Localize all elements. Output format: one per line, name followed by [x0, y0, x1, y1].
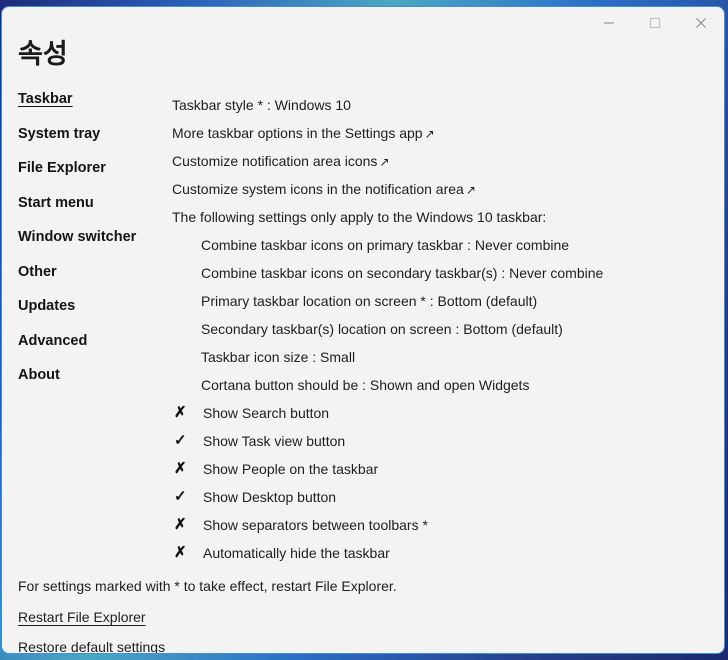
sidebar-item-start-menu[interactable]: Start menu [18, 195, 94, 211]
checkbox-unchecked-icon: ✗ [174, 404, 187, 421]
checkbox-unchecked-icon: ✗ [174, 516, 187, 533]
setting-label: Show Task view button [203, 433, 346, 449]
checkbox-unchecked-icon: ✗ [174, 544, 187, 561]
external-link-icon: ↗ [465, 183, 476, 197]
setting-row-combine-secondary[interactable]: Combine taskbar icons on secondary taskb… [172, 259, 712, 287]
checkbox-checked-icon: ✓ [174, 432, 187, 449]
setting-row-combine-primary[interactable]: Combine taskbar icons on primary taskbar… [172, 231, 712, 259]
setting-toggle-show-separators[interactable]: ✗ Show separators between toolbars * [172, 511, 712, 539]
setting-label: Show separators between toolbars * [203, 517, 428, 533]
sidebar-nav: Taskbar System tray File Explorer Start … [18, 91, 168, 402]
setting-toggle-show-desktop-button[interactable]: ✓ Show Desktop button [172, 483, 712, 511]
setting-toggle-show-people[interactable]: ✗ Show People on the taskbar [172, 455, 712, 483]
restart-file-explorer-link[interactable]: Restart File Explorer [18, 608, 146, 626]
setting-row-primary-location[interactable]: Primary taskbar location on screen * : B… [172, 287, 712, 315]
setting-row-cortana-button[interactable]: Cortana button should be : Shown and ope… [172, 371, 712, 399]
external-link-icon: ↗ [424, 127, 435, 141]
settings-list: Taskbar style * : Windows 10 More taskba… [172, 91, 712, 567]
setting-label: Cortana button should be : Shown and ope… [201, 377, 530, 393]
setting-label: Show People on the taskbar [203, 461, 379, 477]
sidebar-item-advanced[interactable]: Advanced [18, 333, 87, 349]
sidebar-item-taskbar[interactable]: Taskbar [18, 91, 73, 107]
sidebar-item-system-tray[interactable]: System tray [18, 126, 100, 142]
setting-label: Taskbar icon size : Small [201, 349, 356, 365]
setting-row-icon-size[interactable]: Taskbar icon size : Small [172, 343, 712, 371]
setting-label: Customize system icons in the notificati… [172, 181, 464, 197]
maximize-icon [649, 17, 661, 29]
setting-label: More taskbar options in the Settings app [172, 125, 423, 141]
footer-note: For settings marked with * to take effec… [18, 578, 397, 594]
setting-label: Combine taskbar icons on primary taskbar… [201, 237, 570, 253]
sidebar-item-updates[interactable]: Updates [18, 298, 75, 314]
section-note-label: The following settings only apply to the… [172, 209, 547, 225]
minimize-button[interactable] [586, 7, 632, 39]
page-title: 속성 [18, 39, 68, 69]
section-note-windows10-taskbar: The following settings only apply to the… [172, 203, 712, 231]
setting-row-secondary-location[interactable]: Secondary taskbar(s) location on screen … [172, 315, 712, 343]
setting-row-customize-system-icons[interactable]: Customize system icons in the notificati… [172, 175, 712, 203]
footer: For settings marked with * to take effec… [18, 577, 618, 653]
setting-label: Customize notification area icons [172, 153, 378, 169]
setting-label: Taskbar style * : Windows 10 [172, 97, 351, 113]
setting-toggle-show-search-button[interactable]: ✗ Show Search button [172, 399, 712, 427]
sidebar-item-window-switcher[interactable]: Window switcher [18, 229, 136, 245]
setting-label: Secondary taskbar(s) location on screen … [201, 321, 563, 337]
setting-row-customize-notification-icons[interactable]: Customize notification area icons ↗ [172, 147, 712, 175]
checkbox-unchecked-icon: ✗ [174, 460, 187, 477]
minimize-icon [604, 22, 614, 24]
setting-label: Automatically hide the taskbar [203, 545, 390, 561]
properties-window: 속성 Taskbar System tray File Explorer Sta… [1, 6, 725, 654]
setting-label: Combine taskbar icons on secondary taskb… [201, 265, 604, 281]
sidebar-item-about[interactable]: About [18, 367, 60, 383]
restore-default-settings-link[interactable]: Restore default settings [18, 638, 165, 653]
external-link-icon: ↗ [379, 155, 390, 169]
sidebar-item-file-explorer[interactable]: File Explorer [18, 160, 106, 176]
setting-row-more-taskbar-options[interactable]: More taskbar options in the Settings app… [172, 119, 712, 147]
setting-label: Primary taskbar location on screen * : B… [201, 293, 538, 309]
setting-label: Show Search button [203, 405, 330, 421]
setting-row-taskbar-style[interactable]: Taskbar style * : Windows 10 [172, 91, 712, 119]
close-icon [696, 18, 706, 28]
maximize-button[interactable] [632, 7, 678, 39]
title-bar [2, 7, 724, 41]
sidebar-item-other[interactable]: Other [18, 264, 57, 280]
setting-toggle-show-task-view-button[interactable]: ✓ Show Task view button [172, 427, 712, 455]
setting-label: Show Desktop button [203, 489, 337, 505]
setting-toggle-auto-hide-taskbar[interactable]: ✗ Automatically hide the taskbar [172, 539, 712, 567]
checkbox-checked-icon: ✓ [174, 488, 187, 505]
close-button[interactable] [678, 7, 724, 39]
